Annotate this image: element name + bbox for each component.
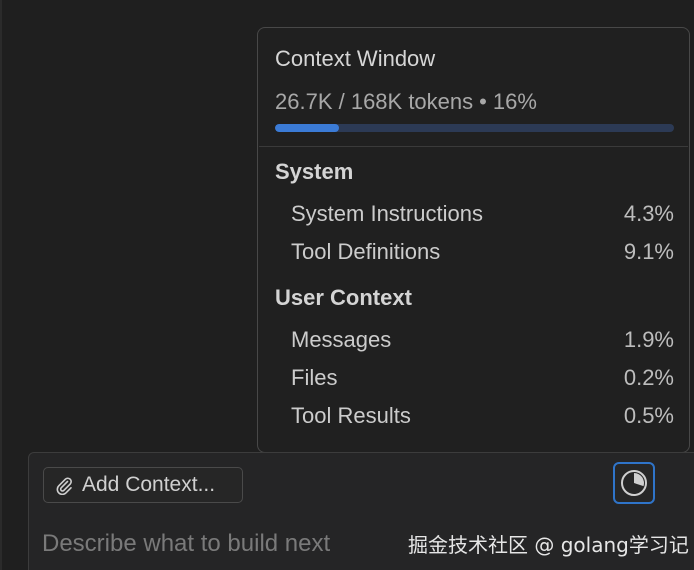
breakdown-row-files: Files 0.2%	[291, 365, 674, 391]
row-label: Messages	[291, 327, 392, 352]
usage-progress-fill	[275, 124, 339, 132]
token-usage: 26.7K / 168K tokens • 16%	[275, 89, 537, 115]
row-percent: 1.9%	[623, 327, 674, 352]
pie-chart-icon	[621, 470, 647, 496]
token-count: 26.7K / 168K tokens	[275, 89, 474, 114]
app-root: Context Window 26.7K / 168K tokens • 16% S…	[0, 0, 694, 570]
watermark-text: 掘金技术社区 @ golang学习记	[408, 533, 689, 557]
add-context-button[interactable]: Add Context...	[43, 467, 243, 503]
row-percent: 4.3%	[623, 201, 674, 226]
row-percent: 9.1%	[623, 239, 674, 264]
usage-separator: •	[479, 89, 487, 114]
breakdown-row-messages: Messages 1.9%	[291, 327, 674, 353]
prompt-input[interactable]	[42, 527, 402, 561]
row-label: Tool Results	[291, 403, 411, 428]
usage-progress-bar	[275, 124, 674, 132]
context-window-popover: Context Window 26.7K / 168K tokens • 16% S…	[257, 27, 690, 453]
breakdown-row-tool-results: Tool Results 0.5%	[291, 403, 674, 429]
breakdown-row-tool-definitions: Tool Definitions 9.1%	[291, 239, 674, 265]
row-percent: 0.5%	[623, 403, 674, 428]
divider	[259, 146, 688, 147]
section-title-system: System	[275, 159, 354, 184]
usage-percent: 16%	[492, 89, 537, 114]
breakdown-row-system-instructions: System Instructions 4.3%	[291, 201, 674, 227]
add-context-label: Add Context...	[82, 473, 216, 496]
panel-divider	[0, 0, 2, 570]
row-label: Tool Definitions	[291, 239, 441, 264]
context-usage-button[interactable]	[613, 462, 655, 504]
section-title-user-context: User Context	[275, 285, 412, 310]
row-percent: 0.2%	[623, 365, 674, 390]
popover-title: Context Window	[275, 46, 436, 71]
paperclip-icon	[56, 477, 72, 495]
row-label: System Instructions	[291, 201, 483, 226]
row-label: Files	[291, 365, 338, 390]
